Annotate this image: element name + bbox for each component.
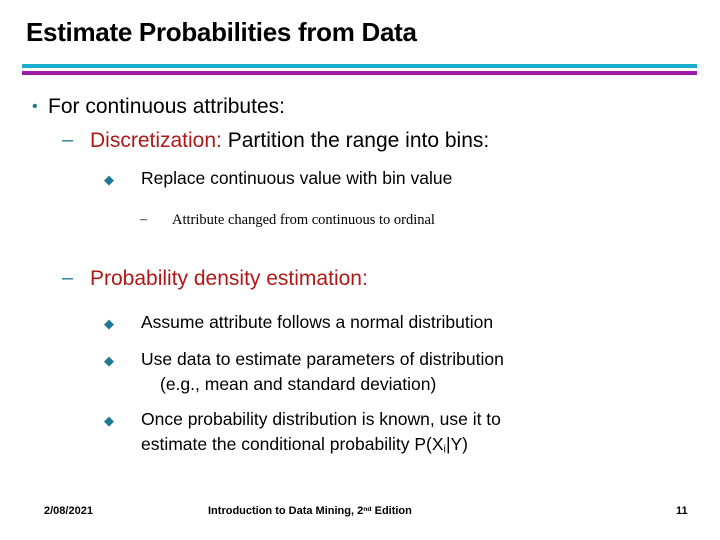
spacer-c	[0, 399, 720, 407]
bullet-level2-discretization: – Discretization: Partition the range in…	[0, 125, 720, 156]
discretization-rest: Partition the range into bins:	[221, 129, 490, 152]
footer-book-title-suffix: Edition	[371, 505, 412, 517]
diamond-bullet-icon: ◆	[104, 413, 114, 428]
bullet-level2-discretization-text: Discretization: Partition the range into…	[90, 125, 489, 156]
discretization-label: Discretization:	[90, 129, 222, 152]
estimate-parameters-line2: (e.g., mean and standard deviation)	[160, 374, 437, 394]
bullet-level3-normal-distribution-text: Assume attribute follows a normal distri…	[141, 312, 494, 332]
dash-bullet-icon: –	[62, 129, 74, 151]
conditional-probability-line2: estimate the conditional probability P(X…	[141, 432, 501, 462]
footer-ordinal-suffix: nd	[363, 505, 372, 513]
footer-book-title: Introduction to Data Mining, 2nd Edition	[208, 505, 412, 517]
bullet-level2-density-estimation-text: Probability density estimation:	[90, 267, 368, 290]
bullet-level4-attribute-changed: – Attribute changed from continuous to o…	[0, 209, 720, 231]
conditional-probability-prefix: estimate the conditional probability P(X	[141, 434, 444, 454]
bullet-level3-replace-value-text: Replace continuous value with bin value	[141, 168, 453, 188]
spacer-before-level4	[0, 195, 720, 209]
bullet-level4-attribute-changed-text: Attribute changed from continuous to ord…	[172, 212, 435, 228]
slide-canvas: Estimate Probabilities from Data • For c…	[0, 0, 720, 540]
footer-date: 2/08/2021	[44, 505, 93, 517]
spacer-after-density-estimation	[0, 296, 720, 310]
bullet-level3-replace-value: ◆ Replace continuous value with bin valu…	[0, 166, 720, 193]
bullet-level3-estimate-parameters-text: Use data to estimate parameters of distr…	[141, 347, 504, 397]
bullet-level1-continuous-attributes: • For continuous attributes:	[0, 92, 720, 122]
divider-line-magenta	[22, 71, 697, 75]
spacer-between-sections	[0, 231, 720, 263]
diamond-bullet-icon: ◆	[104, 353, 114, 368]
slide-footer: 2/08/2021 Introduction to Data Mining, 2…	[0, 505, 720, 527]
diamond-bullet-icon: ◆	[104, 316, 114, 331]
dash-bullet-icon: –	[62, 267, 74, 289]
bullet-level3-conditional-probability: ◆ Once probability distribution is known…	[0, 407, 720, 462]
estimate-parameters-line1: Use data to estimate parameters of distr…	[141, 349, 504, 369]
slide-body: • For continuous attributes: – Discretiz…	[0, 92, 720, 464]
bullet-level3-normal-distribution: ◆ Assume attribute follows a normal dist…	[0, 310, 720, 337]
footer-book-title-prefix: Introduction to Data Mining, 2	[208, 505, 364, 517]
conditional-probability-line1: Once probability distribution is known, …	[141, 409, 501, 429]
spacer-after-discretization	[0, 158, 720, 166]
diamond-bullet-icon: ◆	[104, 172, 114, 187]
spacer-b	[0, 339, 720, 347]
bullet-level3-conditional-probability-text: Once probability distribution is known, …	[141, 407, 501, 462]
title-divider	[22, 64, 697, 75]
slide-title: Estimate Probabilities from Data	[26, 17, 417, 47]
bullet-level3-estimate-parameters: ◆ Use data to estimate parameters of dis…	[0, 347, 720, 397]
conditional-probability-suffix: |Y)	[445, 434, 468, 454]
round-bullet-icon: •	[32, 98, 38, 115]
bullet-level1-text: For continuous attributes:	[48, 95, 285, 118]
serif-dash-bullet-icon: –	[140, 212, 147, 227]
footer-page-number: 11	[676, 505, 688, 517]
bullet-level2-density-estimation: – Probability density estimation:	[0, 263, 720, 294]
